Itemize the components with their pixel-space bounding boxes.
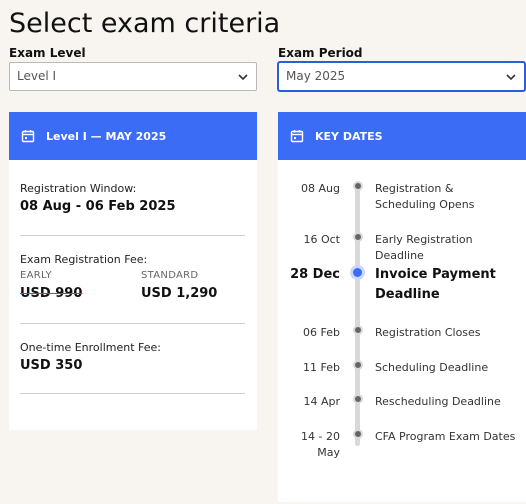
enrollment-fee-value: USD 350 bbox=[20, 358, 83, 373]
divider bbox=[20, 235, 245, 236]
timeline-event: Invoice Payment Deadline bbox=[375, 267, 496, 302]
exam-summary-card: Level I — MAY 2025 Registration Window: … bbox=[9, 112, 257, 430]
enrollment-fee: One-time Enrollment Fee: USD 350 bbox=[20, 341, 245, 373]
timeline-date: 28 Dec bbox=[290, 267, 340, 282]
timeline-dot bbox=[353, 181, 363, 191]
calendar-icon bbox=[21, 130, 35, 143]
timeline-date: 11 Feb bbox=[303, 361, 340, 374]
timeline-dot bbox=[353, 232, 363, 242]
timeline-date: 16 Oct bbox=[303, 233, 340, 246]
chevron-down-icon bbox=[238, 74, 248, 81]
key-dates-card: KEY DATES 08 Aug Registration & Scheduli… bbox=[278, 112, 526, 502]
timeline-event: Early Registration Deadline bbox=[375, 233, 473, 262]
divider bbox=[20, 323, 245, 324]
calendar-icon bbox=[290, 130, 304, 143]
timeline-date: 06 Feb bbox=[303, 326, 340, 339]
early-fee-label: EARLY bbox=[20, 270, 52, 281]
summary-card-header: Level I — MAY 2025 bbox=[9, 112, 257, 160]
exam-period-label: Exam Period bbox=[278, 46, 363, 60]
timeline-event: Registration & Scheduling Opens bbox=[375, 182, 475, 211]
timeline-track bbox=[355, 184, 360, 446]
registration-window-value: 08 Aug - 06 Feb 2025 bbox=[20, 199, 176, 214]
early-fee: EARLY USD 990 bbox=[20, 270, 82, 301]
divider bbox=[20, 393, 245, 394]
timeline-date: 14 Apr bbox=[303, 395, 340, 408]
registration-window-label: Registration Window: bbox=[20, 182, 137, 195]
timeline-date: 08 Aug bbox=[301, 182, 340, 195]
timeline-date: 14 - 20 May bbox=[301, 430, 340, 459]
page-title: Select exam criteria bbox=[9, 8, 281, 39]
timeline-event: Scheduling Deadline bbox=[375, 361, 489, 374]
early-fee-value: USD 990 bbox=[20, 286, 83, 301]
key-dates-header: KEY DATES bbox=[278, 112, 526, 160]
timeline-dot-current bbox=[350, 265, 365, 280]
timeline-event: Rescheduling Deadline bbox=[375, 395, 501, 408]
standard-fee-value: USD 1,290 bbox=[141, 286, 218, 301]
enrollment-fee-label: One-time Enrollment Fee: bbox=[20, 341, 161, 354]
timeline-dot bbox=[353, 325, 363, 335]
key-dates-title: KEY DATES bbox=[315, 129, 383, 143]
summary-card-title: Level I — MAY 2025 bbox=[46, 129, 167, 143]
registration-window: Registration Window: 08 Aug - 06 Feb 202… bbox=[20, 182, 245, 214]
standard-fee: STANDARD USD 1,290 bbox=[141, 270, 217, 301]
timeline-event: CFA Program Exam Dates bbox=[375, 430, 516, 443]
exam-level-label: Exam Level bbox=[9, 46, 86, 60]
exam-level-value: Level I bbox=[17, 69, 57, 83]
exam-period-value: May 2025 bbox=[286, 69, 346, 83]
standard-fee-label: STANDARD bbox=[141, 270, 199, 281]
exam-level-select[interactable]: Level I bbox=[9, 62, 257, 91]
timeline-dot bbox=[353, 360, 363, 370]
exam-registration-fee: Exam Registration Fee: EARLY USD 990 STA… bbox=[20, 253, 245, 313]
timeline-event: Registration Closes bbox=[375, 326, 481, 339]
exam-period-select[interactable]: May 2025 bbox=[278, 62, 525, 91]
timeline-dot bbox=[353, 429, 363, 439]
exam-fee-label: Exam Registration Fee: bbox=[20, 253, 148, 266]
chevron-down-icon bbox=[506, 74, 516, 81]
timeline-dot bbox=[353, 394, 363, 404]
